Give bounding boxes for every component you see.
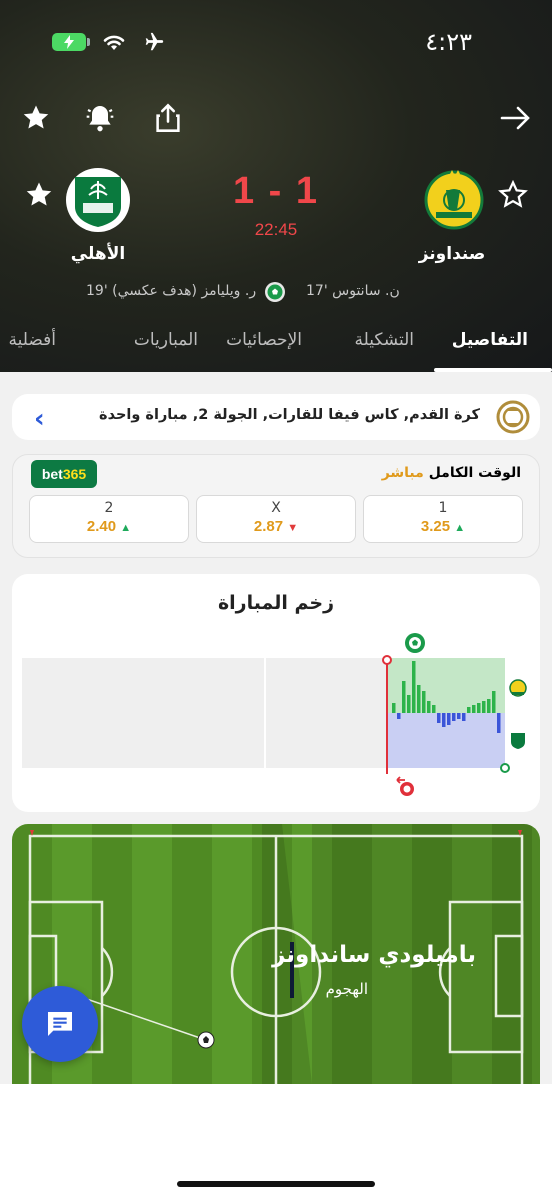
- own-goal-event-icon: [396, 776, 414, 796]
- goal-event-icon: [405, 633, 425, 653]
- momentum-bar: [487, 699, 491, 713]
- odds-draw-label: X: [271, 500, 281, 516]
- match-momentum-card: زخم المباراة: [12, 574, 540, 812]
- chat-icon: [48, 1012, 72, 1036]
- momentum-bar: [437, 713, 441, 723]
- match-clock: 22:45: [254, 220, 298, 239]
- odds-away-value: 2.40: [86, 518, 117, 535]
- momentum-bar: [422, 691, 426, 713]
- wifi-icon: [103, 35, 125, 50]
- status-time: ٤:٢٣: [425, 28, 472, 56]
- airplane-icon: [145, 32, 164, 51]
- momentum-bar: [492, 691, 496, 713]
- momentum-bar: [407, 695, 411, 713]
- live-label: مباشر: [381, 465, 424, 481]
- momentum-bar: [477, 703, 481, 713]
- attacking-team-name: باميلودي سانداونز: [272, 942, 476, 968]
- details-content: ‹ كرة القدم, كاس فيفا للقارات, الجولة 2,…: [0, 372, 552, 1200]
- competition-logo-icon: [496, 400, 530, 434]
- match-header: ٤:٢٣ 1 - 1 22:45 الأهلي صنداونز ر. ويليا…: [0, 0, 552, 372]
- away-team-mini-logo: [511, 733, 525, 749]
- bookmaker-prefix: bet: [41, 466, 63, 482]
- momentum-chart: [382, 655, 510, 774]
- momentum-bar: [472, 705, 476, 713]
- odds-home[interactable]: 1 3.25 ▲: [363, 495, 523, 543]
- momentum-bar: [452, 713, 456, 721]
- momentum-bar: [412, 661, 416, 713]
- momentum-bar: [447, 713, 451, 725]
- momentum-bar: [462, 713, 466, 721]
- home-team-mini-logo: [509, 679, 527, 697]
- odds-away-label: 2: [104, 500, 114, 516]
- momentum-bar: [392, 703, 396, 713]
- notification-bell-icon[interactable]: [82, 100, 118, 136]
- momentum-bar: [417, 685, 421, 713]
- tab-lineup[interactable]: التشكيلة: [355, 330, 414, 350]
- momentum-bar: [432, 705, 436, 713]
- away-scorer: ر. ويليامز (هدف عكسي) '19: [86, 283, 257, 299]
- tab-matches[interactable]: المباريات: [134, 330, 198, 350]
- momentum-bar: [427, 701, 431, 713]
- away-team-name[interactable]: الأهلي: [28, 244, 168, 264]
- home-indicator: [177, 1181, 375, 1187]
- trend-down-icon: ▼: [287, 522, 299, 534]
- battery-icon: [52, 33, 90, 51]
- league-text: كرة القدم, كاس فيفا للقارات, الجولة 2, م…: [99, 407, 480, 423]
- home-scorer: ن. سانتوس '17: [306, 283, 400, 299]
- tab-bar: التفاصيل التشكيلة الإحصائيات المباريات أ…: [0, 322, 552, 372]
- momentum-bar: [467, 707, 471, 713]
- bookmaker-suffix: 365: [62, 466, 87, 482]
- tab-statistics[interactable]: الإحصائيات: [226, 330, 302, 350]
- trend-up-icon: ▲: [454, 522, 466, 534]
- league-card[interactable]: ‹ كرة القدم, كاس فيفا للقارات, الجولة 2,…: [12, 394, 540, 440]
- attack-type-label: الهجوم: [325, 980, 368, 998]
- status-icons: [52, 31, 166, 53]
- momentum-bar: [442, 713, 446, 727]
- odds-draw-value: 2.87: [253, 518, 284, 535]
- share-icon[interactable]: [150, 100, 186, 136]
- odds-title: الوقت الكامل مباشر: [382, 465, 521, 481]
- back-arrow-icon[interactable]: [498, 100, 534, 136]
- favorite-match-star-icon[interactable]: [18, 100, 54, 136]
- momentum-bar: [397, 713, 401, 719]
- goal-ball-icon: [265, 282, 285, 302]
- chat-button[interactable]: [22, 986, 98, 1062]
- odds-home-label: 1: [438, 500, 448, 516]
- bet365-logo[interactable]: bet 365: [31, 460, 97, 488]
- odds-home-value: 3.25: [420, 518, 451, 535]
- odds-card: الوقت الكامل مباشر bet 365 1 3.25 ▲ X 2.8…: [12, 454, 540, 558]
- trend-up-icon: ▲: [120, 522, 132, 534]
- match-score: 1 - 1: [232, 170, 320, 212]
- odds-away[interactable]: 2 2.40 ▲: [29, 495, 189, 543]
- chevron-left-icon[interactable]: ‹: [34, 404, 45, 434]
- tab-details[interactable]: التفاصيل: [452, 330, 528, 350]
- momentum-bar: [457, 713, 461, 719]
- odds-period: الوقت الكامل: [428, 465, 521, 481]
- momentum-bar: [482, 701, 486, 713]
- home-team-name[interactable]: صنداونز: [382, 244, 522, 264]
- odds-draw[interactable]: X 2.87 ▼: [196, 495, 356, 543]
- tab-advantage[interactable]: أفضلية: [9, 330, 56, 350]
- momentum-bar: [497, 713, 501, 733]
- momentum-bar: [402, 681, 406, 713]
